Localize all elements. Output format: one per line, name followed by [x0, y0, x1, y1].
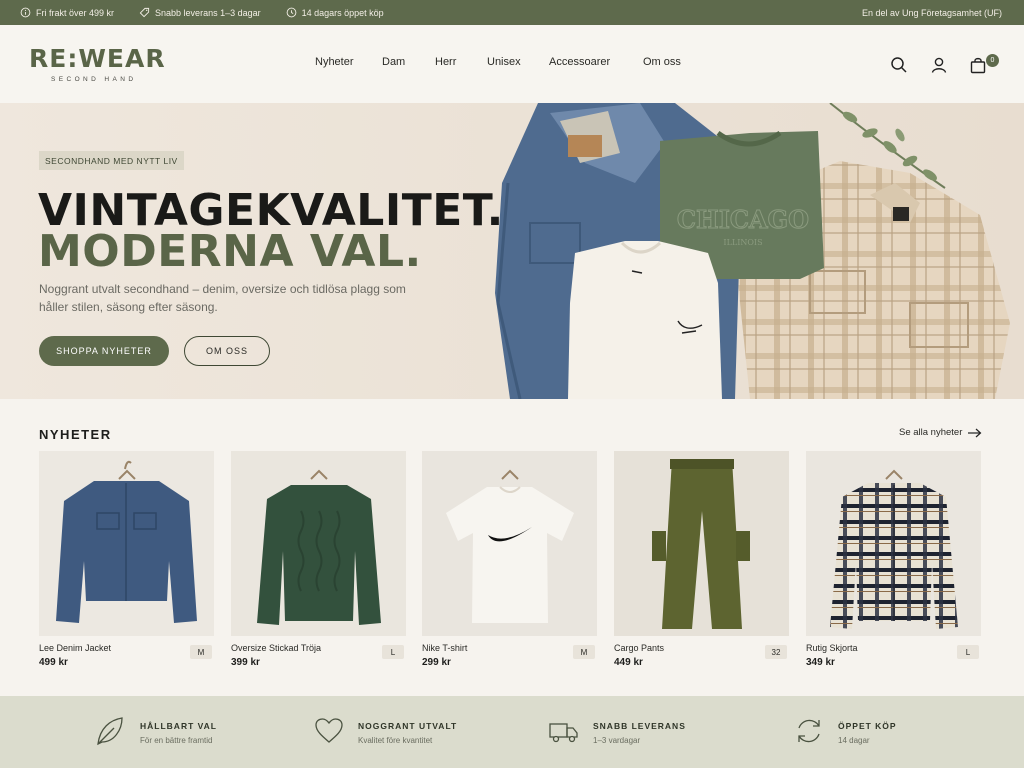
features-bar: HÅLLBART VAL För en bättre framtid NOGGR… [0, 696, 1024, 768]
perk-open-purchase: 14 dagars öppet köp [286, 7, 384, 18]
product-name[interactable]: Lee Denim Jacket [39, 643, 111, 653]
hero-lead-text: Noggrant utvalt secondhand – denim, over… [39, 282, 406, 314]
announcement-bar: Fri frakt över 499 kr Snabb leverans 1–3… [0, 0, 1024, 25]
perk-label: Fri frakt över 499 kr [36, 7, 115, 18]
plaid-shirt-image [830, 469, 958, 629]
size-badge: L [382, 645, 404, 659]
section-title: NYHETER [39, 427, 112, 442]
product-image[interactable] [231, 451, 406, 636]
about-us-button[interactable]: OM OSS [184, 336, 270, 366]
feature-open-purchase: ÖPPET KÖP 14 dagar [792, 714, 897, 748]
feature-title: NOGGRANT UTVALT [358, 721, 458, 731]
clock-icon [286, 7, 296, 18]
shop-new-button[interactable]: SHOPPA NYHETER [39, 336, 169, 366]
product-price: 349 kr [806, 657, 835, 668]
product-card[interactable]: Nike T-shirt 299 kr M [422, 451, 597, 668]
shopping-bag-icon[interactable] [969, 56, 987, 74]
cart-count-badge: 0 [986, 54, 999, 67]
feature-sustainable: HÅLLBART VAL För en bättre framtid [94, 714, 217, 748]
site-header: RE:WEAR SECOND HAND Nyheter Dam Herr Uni… [0, 25, 1024, 103]
nav-item-om-oss[interactable]: Om oss [643, 56, 681, 68]
feature-subtitle: För en bättre framtid [140, 736, 213, 745]
knit-sweater-image [257, 469, 381, 625]
see-all-label: Se alla nyheter [899, 427, 963, 438]
product-image[interactable] [806, 451, 981, 636]
product-card[interactable]: Cargo Pants 449 kr 32 [614, 451, 789, 668]
leaf-icon [97, 717, 123, 746]
heart-icon [315, 718, 343, 743]
perk-free-shipping: Fri frakt över 499 kr [20, 7, 114, 18]
product-price: 499 kr [39, 657, 68, 668]
info-circle-icon [20, 7, 31, 18]
nav-item-dam[interactable]: Dam [382, 56, 405, 68]
product-name[interactable]: Oversize Stickad Tröja [231, 643, 321, 653]
product-image[interactable] [422, 451, 597, 636]
nav-item-accessoarer[interactable]: Accessoarer [549, 56, 610, 68]
perk-label: Snabb leverans 1–3 dagar [155, 7, 261, 18]
perk-label: 14 dagars öppet köp [301, 7, 384, 18]
size-badge: 32 [765, 645, 787, 659]
logo[interactable]: RE:WEAR SECOND HAND [29, 46, 166, 83]
truck-icon [549, 723, 578, 743]
size-badge: M [190, 645, 212, 659]
feature-title: SNABB LEVERANS [593, 721, 686, 731]
product-price: 399 kr [231, 657, 260, 668]
feature-subtitle: 1–3 vardagar [593, 736, 641, 745]
size-badge: L [957, 645, 979, 659]
tshirt-image [446, 469, 574, 623]
tag-icon [139, 7, 150, 18]
hero-badge: SECONDHAND MED NYTT LIV [39, 151, 184, 170]
product-price: 299 kr [422, 657, 451, 668]
account-icon[interactable] [930, 56, 948, 74]
hero-clothing-image: CHICAGO ILLINOIS [495, 103, 1010, 399]
logo-tagline: SECOND HAND [51, 76, 137, 83]
search-icon[interactable] [890, 56, 908, 74]
feature-title: HÅLLBART VAL [140, 721, 217, 731]
arrow-right-icon [968, 428, 982, 437]
nav-item-nyheter[interactable]: Nyheter [315, 56, 354, 68]
product-image[interactable] [614, 451, 789, 636]
product-image[interactable] [39, 451, 214, 636]
see-all-link[interactable]: Se alla nyheter [899, 427, 982, 438]
sweatshirt-subprint: ILLINOIS [723, 238, 762, 247]
product-card[interactable]: Oversize Stickad Tröja 399 kr L [231, 451, 406, 668]
feature-subtitle: 14 dagar [838, 736, 870, 745]
feature-subtitle: Kvalitet före kvantitet [358, 736, 433, 745]
feature-fast-delivery: SNABB LEVERANS 1–3 vardagar [547, 714, 686, 748]
perk-fast-delivery: Snabb leverans 1–3 dagar [139, 7, 261, 18]
cargo-pants-image [652, 459, 750, 629]
hero-section: SECONDHAND MED NYTT LIV VINTAGEKVALITET.… [0, 103, 1024, 399]
product-price: 449 kr [614, 657, 643, 668]
nav-item-unisex[interactable]: Unisex [487, 56, 521, 68]
product-card[interactable]: Rutig Skjorta 349 kr L [806, 451, 981, 668]
hero-headline-line-2: MODERNA VAL. [38, 226, 422, 277]
product-name[interactable]: Nike T-shirt [422, 643, 467, 653]
uf-notice: En del av Ung Företagsamhet (UF) [861, 7, 1002, 18]
denim-jacket-image [56, 460, 197, 623]
product-card[interactable]: Lee Denim Jacket 499 kr M [39, 451, 214, 668]
size-badge: M [573, 645, 595, 659]
logo-wordmark: RE:WEAR [29, 44, 166, 73]
sweatshirt-print: CHICAGO [677, 205, 809, 234]
feature-title: ÖPPET KÖP [838, 721, 897, 731]
product-name[interactable]: Rutig Skjorta [806, 643, 858, 653]
product-name[interactable]: Cargo Pants [614, 643, 664, 653]
return-icon [798, 719, 820, 743]
nav-item-herr[interactable]: Herr [435, 56, 456, 68]
feature-curated: NOGGRANT UTVALT Kvalitet före kvantitet [312, 714, 457, 748]
